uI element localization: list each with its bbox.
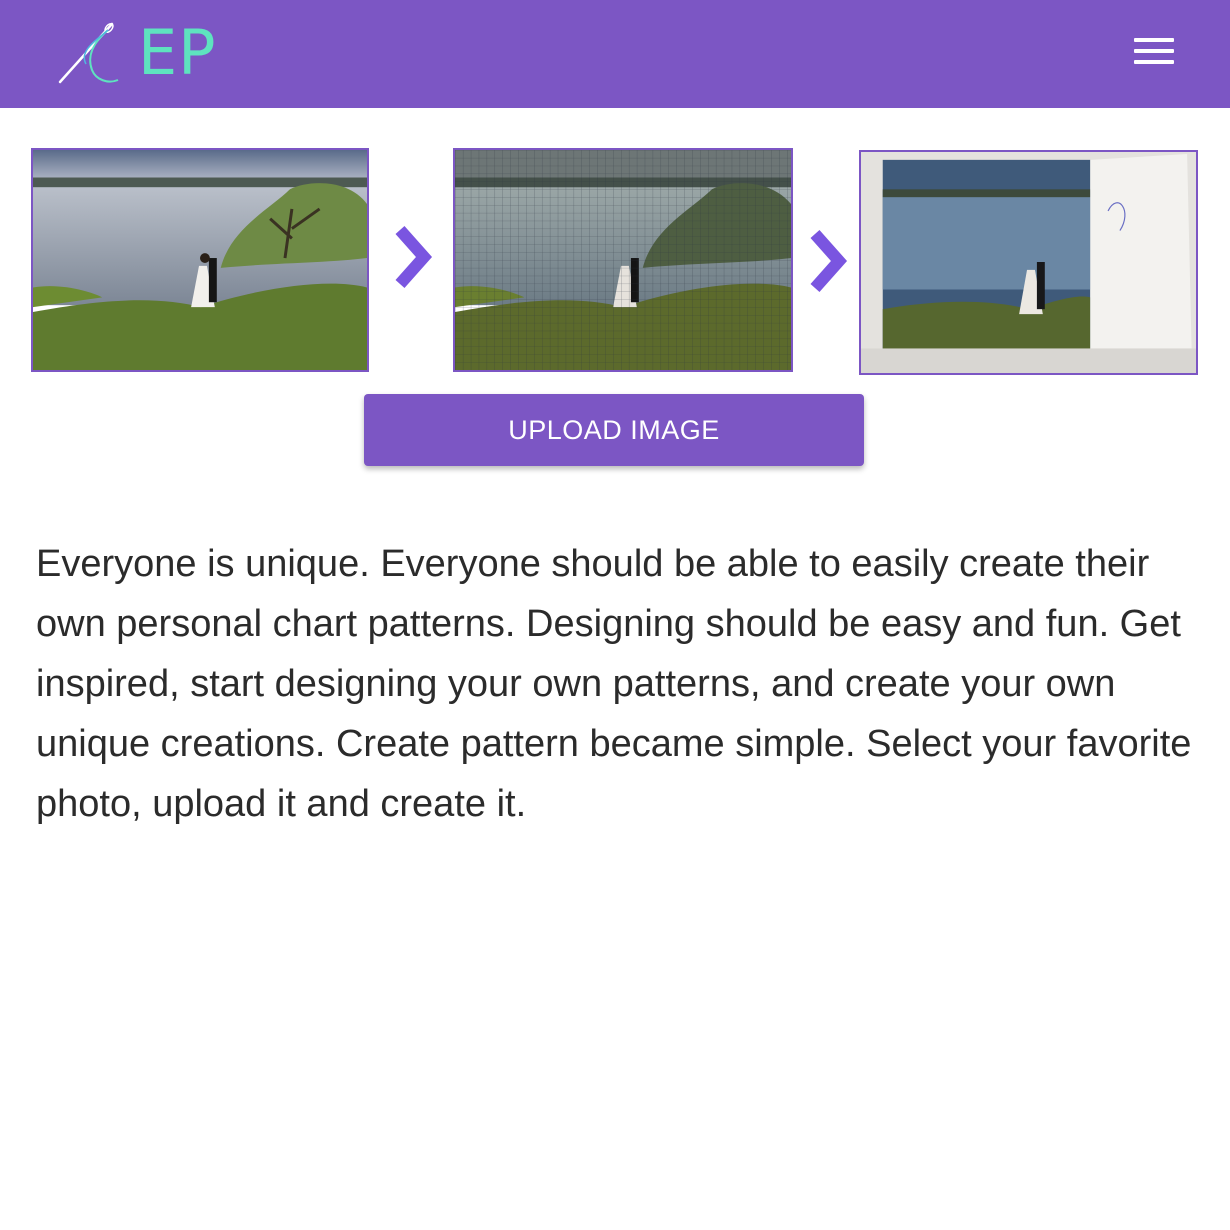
logo[interactable]: EP bbox=[56, 18, 217, 88]
finished-stitch-image bbox=[859, 150, 1198, 375]
pattern-chart-image bbox=[453, 148, 793, 372]
chevron-right-icon bbox=[395, 226, 433, 288]
grid-pattern-image bbox=[455, 150, 791, 370]
step-arrow-1 bbox=[388, 222, 438, 292]
top-app-bar: EP bbox=[0, 0, 1230, 108]
step-arrow-2 bbox=[803, 226, 853, 296]
logo-text: EP bbox=[138, 16, 217, 89]
intro-description: Everyone is unique. Everyone should be a… bbox=[36, 543, 1192, 825]
photo-image bbox=[33, 150, 367, 370]
needle-thread-icon bbox=[58, 22, 119, 84]
cross-stitch-image bbox=[861, 152, 1196, 373]
hamburger-menu-icon bbox=[1134, 38, 1174, 42]
chevron-right-icon bbox=[810, 230, 848, 292]
original-photo-image bbox=[31, 148, 369, 372]
hamburger-menu-button[interactable] bbox=[1126, 30, 1182, 72]
upload-image-button[interactable]: UPLOAD IMAGE bbox=[364, 394, 864, 466]
